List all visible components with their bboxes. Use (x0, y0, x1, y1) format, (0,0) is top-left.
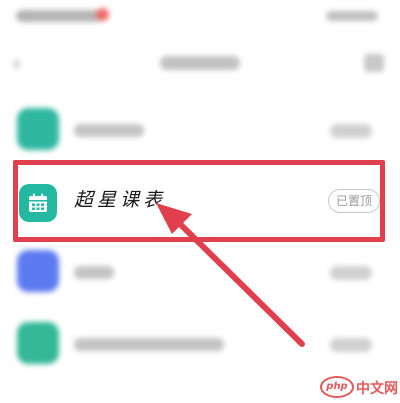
list-item[interactable] (0, 318, 400, 368)
watermark-text: 中文网 (356, 381, 398, 397)
list-item[interactable] (0, 104, 400, 154)
status-bar (0, 0, 400, 34)
item-action[interactable] (330, 266, 372, 280)
watermark: php 中文网 (320, 376, 398, 400)
status-time (16, 10, 102, 22)
app-icon (17, 108, 59, 150)
item-action[interactable] (330, 124, 372, 138)
app-icon (17, 322, 59, 364)
notification-dot (96, 8, 109, 21)
list-item[interactable] (0, 248, 400, 298)
page-title (160, 56, 240, 70)
app-name (74, 266, 114, 279)
status-indicators (326, 11, 378, 21)
app-name (74, 338, 224, 351)
back-arrow-icon[interactable]: ‹ (12, 51, 34, 75)
item-action[interactable] (330, 338, 372, 352)
app-icon (17, 250, 59, 292)
app-name (74, 124, 144, 137)
menu-icon[interactable] (364, 54, 384, 72)
php-logo: php (320, 376, 354, 398)
highlight-box (13, 160, 385, 242)
